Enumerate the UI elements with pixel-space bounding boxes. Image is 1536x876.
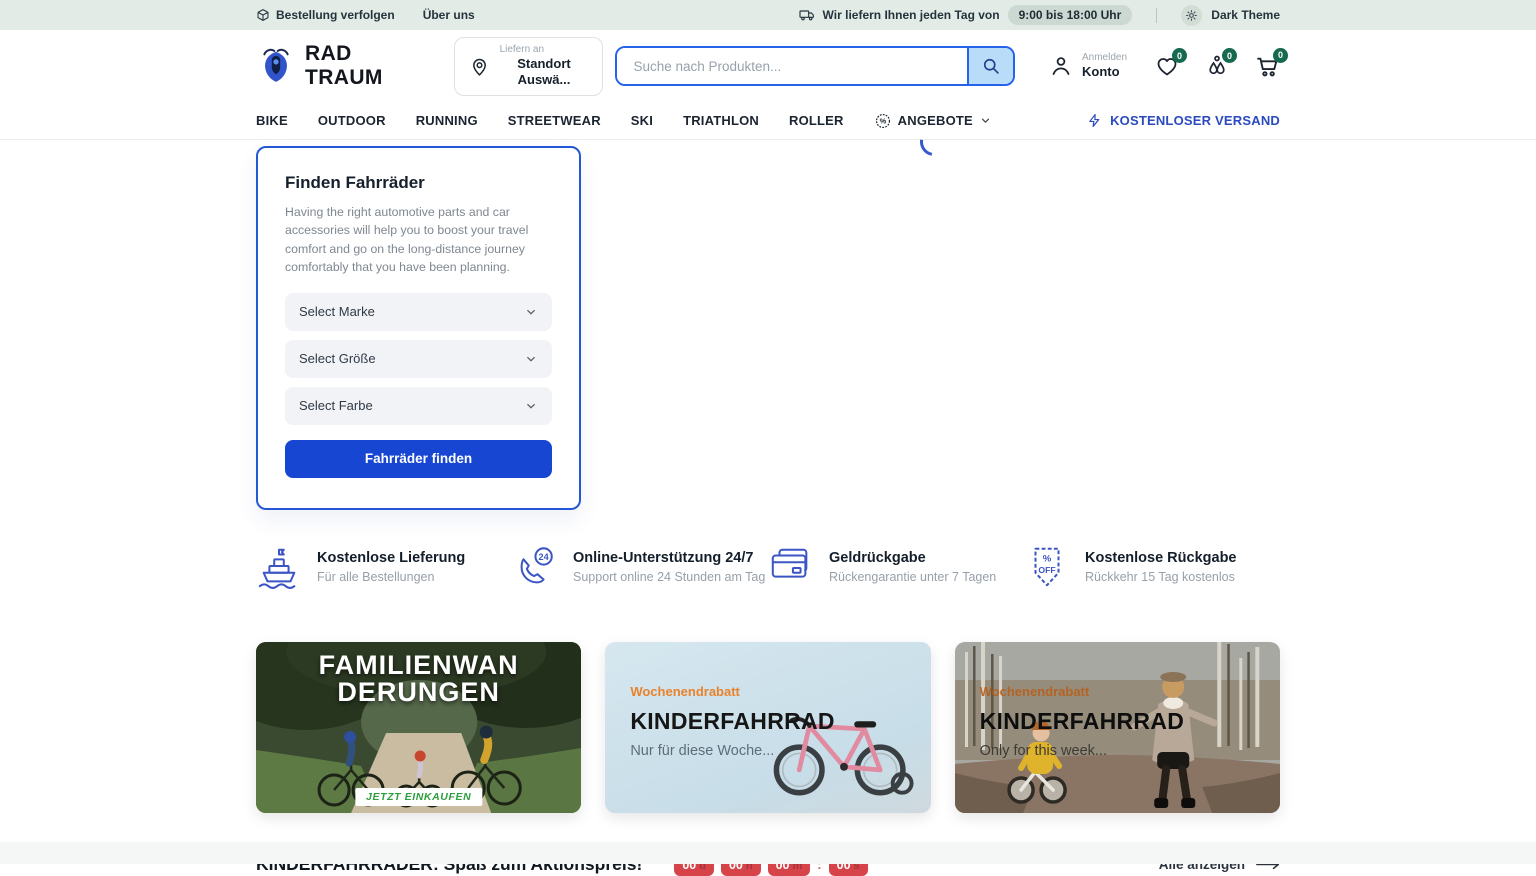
main-content: Finden Fahrräder Having the right automo… — [256, 122, 1280, 876]
search-icon — [981, 56, 1001, 76]
about-label: Über uns — [422, 8, 475, 22]
feature-subtitle: Rückengarantie unter 7 Tagen — [829, 569, 997, 584]
wishlist-button[interactable]: 0 — [1155, 48, 1188, 78]
banner-title: KINDERFAHRRAD — [979, 707, 1185, 734]
next-section-edge — [0, 842, 1536, 864]
banner-title: KINDERFAHRRAD — [630, 707, 835, 734]
feature-title: Kostenlose Lieferung — [317, 549, 466, 566]
banner-title: FAMILIENWAN DERUNGEN — [318, 649, 519, 708]
select-farbe-label: Select Farbe — [299, 398, 373, 414]
bike-finder-card: Finden Fahrräder Having the right automo… — [256, 146, 581, 510]
feature-money-back: Geldrückgabe Rückengarantie unter 7 Tage… — [768, 544, 1024, 590]
header: RAD TRAUM Liefern an Standort Auswä... S… — [0, 30, 1536, 102]
feature-subtitle: Für alle Bestellungen — [317, 569, 435, 584]
select-groesse[interactable]: Select Größe — [285, 339, 552, 378]
nav-item-streetwear[interactable]: STREETWEAR — [508, 113, 601, 128]
topbar: Bestellung verfolgen Über uns Wir liefer… — [0, 0, 1536, 30]
banner-kinderfahrrad-balance[interactable]: Wochenendrabatt KINDERFAHRRAD Only for t… — [954, 641, 1280, 813]
select-marke[interactable]: Select Marke — [285, 292, 552, 331]
wishlist-count-badge: 0 — [1172, 48, 1188, 63]
location-value: Standort Auswä... — [517, 56, 571, 88]
location-pin-icon — [469, 56, 490, 77]
find-bikes-button[interactable]: Fahrräder finden — [285, 439, 552, 478]
angebote-label: ANGEBOTE — [897, 113, 973, 128]
account-button[interactable]: Anmelden Konto — [1049, 52, 1127, 81]
feature-title: Geldrückgabe — [829, 549, 926, 566]
topbar-divider — [1156, 7, 1158, 23]
sun-icon — [1181, 4, 1203, 26]
phone-24-icon: 24 — [512, 544, 558, 590]
nav-item-bike[interactable]: BIKE — [256, 113, 288, 128]
banner-eyebrow: Wochenendrabatt — [979, 683, 1090, 699]
free-shipping-label: KOSTENLOSER VERSAND — [1110, 113, 1280, 128]
chevron-down-icon — [979, 114, 992, 127]
promo-banners: FAMILIENWAN DERUNGEN JETZT EINKAUFEN Woc… — [256, 641, 1280, 813]
search-bar — [615, 46, 1015, 86]
main-nav: BIKE OUTDOOR RUNNING STREETWEAR SKI TRIA… — [0, 102, 1536, 140]
shop-now-button[interactable]: JETZT EINKAUFEN — [355, 787, 483, 806]
nav-item-triathlon[interactable]: TRIATHLON — [683, 113, 759, 128]
feature-free-return: % OFF Kostenlose Rückgabe Rückkehr 15 Tag… — [1024, 544, 1280, 590]
percent-off-icon: % OFF — [1024, 544, 1070, 590]
ship-icon — [256, 544, 302, 590]
package-icon — [256, 8, 270, 22]
brand-logo[interactable]: RAD TRAUM — [256, 42, 410, 90]
free-shipping-link[interactable]: KOSTENLOSER VERSAND — [1087, 113, 1280, 128]
account-label: Anmelden — [1081, 51, 1128, 63]
percent-badge-icon: % — [874, 112, 892, 130]
compare-count-badge: 0 — [1222, 48, 1238, 63]
brand-name: RAD TRAUM — [305, 42, 383, 89]
truck-icon — [798, 7, 815, 23]
chevron-down-icon — [524, 399, 538, 413]
chevron-down-icon — [524, 305, 538, 319]
select-farbe[interactable]: Select Farbe — [285, 386, 552, 425]
theme-toggle[interactable]: Dark Theme — [1181, 4, 1280, 26]
banner-eyebrow: Wochenendrabatt — [630, 683, 740, 699]
delivery-text: Wir liefern Ihnen jeden Tag von — [822, 8, 1000, 22]
track-order-link[interactable]: Bestellung verfolgen — [256, 8, 395, 22]
search-input[interactable] — [617, 48, 967, 84]
delivery-hours-badge: 9:00 bis 18:00 Uhr — [1007, 5, 1133, 25]
compare-button[interactable]: 0 — [1205, 48, 1238, 78]
user-icon — [1049, 54, 1073, 78]
theme-toggle-label: Dark Theme — [1211, 8, 1280, 22]
banner-subtitle: Only for this week... — [979, 742, 1107, 759]
svg-text:%: % — [1043, 553, 1052, 564]
feature-title: Online-Unterstützung 24/7 — [573, 549, 754, 566]
track-order-label: Bestellung verfolgen — [276, 8, 395, 22]
banner-kinderfahrrad-week[interactable]: Wochenendrabatt KINDERFAHRRAD Nur für di… — [605, 641, 931, 813]
account-value: Konto — [1081, 64, 1120, 80]
credit-card-icon — [768, 544, 814, 590]
nav-item-roller[interactable]: ROLLER — [789, 113, 844, 128]
banner-family-tours[interactable]: FAMILIENWAN DERUNGEN JETZT EINKAUFEN — [256, 641, 582, 813]
nav-item-outdoor[interactable]: OUTDOOR — [318, 113, 386, 128]
features-row: Kostenlose Lieferung Für alle Bestellung… — [256, 544, 1280, 590]
feature-subtitle: Support online 24 Stunden am Tag — [573, 569, 766, 584]
svg-text:%: % — [879, 116, 886, 125]
search-button[interactable] — [966, 48, 1013, 84]
location-selector[interactable]: Liefern an Standort Auswä... — [453, 36, 604, 96]
brand-logo-icon — [256, 46, 296, 86]
select-groesse-label: Select Größe — [299, 351, 376, 367]
feature-free-delivery: Kostenlose Lieferung Für alle Bestellung… — [256, 544, 512, 590]
nav-item-running[interactable]: RUNNING — [416, 113, 478, 128]
about-link[interactable]: Über uns — [423, 8, 475, 22]
feature-support: 24 Online-Unterstützung 24/7 Support onl… — [512, 544, 768, 590]
cart-button[interactable]: 0 — [1255, 47, 1289, 79]
location-label: Liefern an — [499, 43, 545, 55]
cart-count-badge: 0 — [1273, 47, 1289, 63]
feature-subtitle: Rückkehr 15 Tag kostenlos — [1085, 569, 1235, 584]
lightning-icon — [1087, 113, 1102, 128]
svg-text:OFF: OFF — [1038, 565, 1055, 575]
feature-title: Kostenlose Rückgabe — [1085, 549, 1237, 566]
select-marke-label: Select Marke — [299, 304, 375, 320]
chevron-down-icon — [524, 352, 538, 366]
svg-text:24: 24 — [539, 552, 550, 562]
banner-subtitle: Nur für diese Woche... — [630, 742, 775, 759]
nav-item-ski[interactable]: SKI — [631, 113, 653, 128]
finder-title: Finden Fahrräder — [285, 173, 425, 192]
finder-description: Having the right automotive parts and ca… — [285, 205, 529, 275]
